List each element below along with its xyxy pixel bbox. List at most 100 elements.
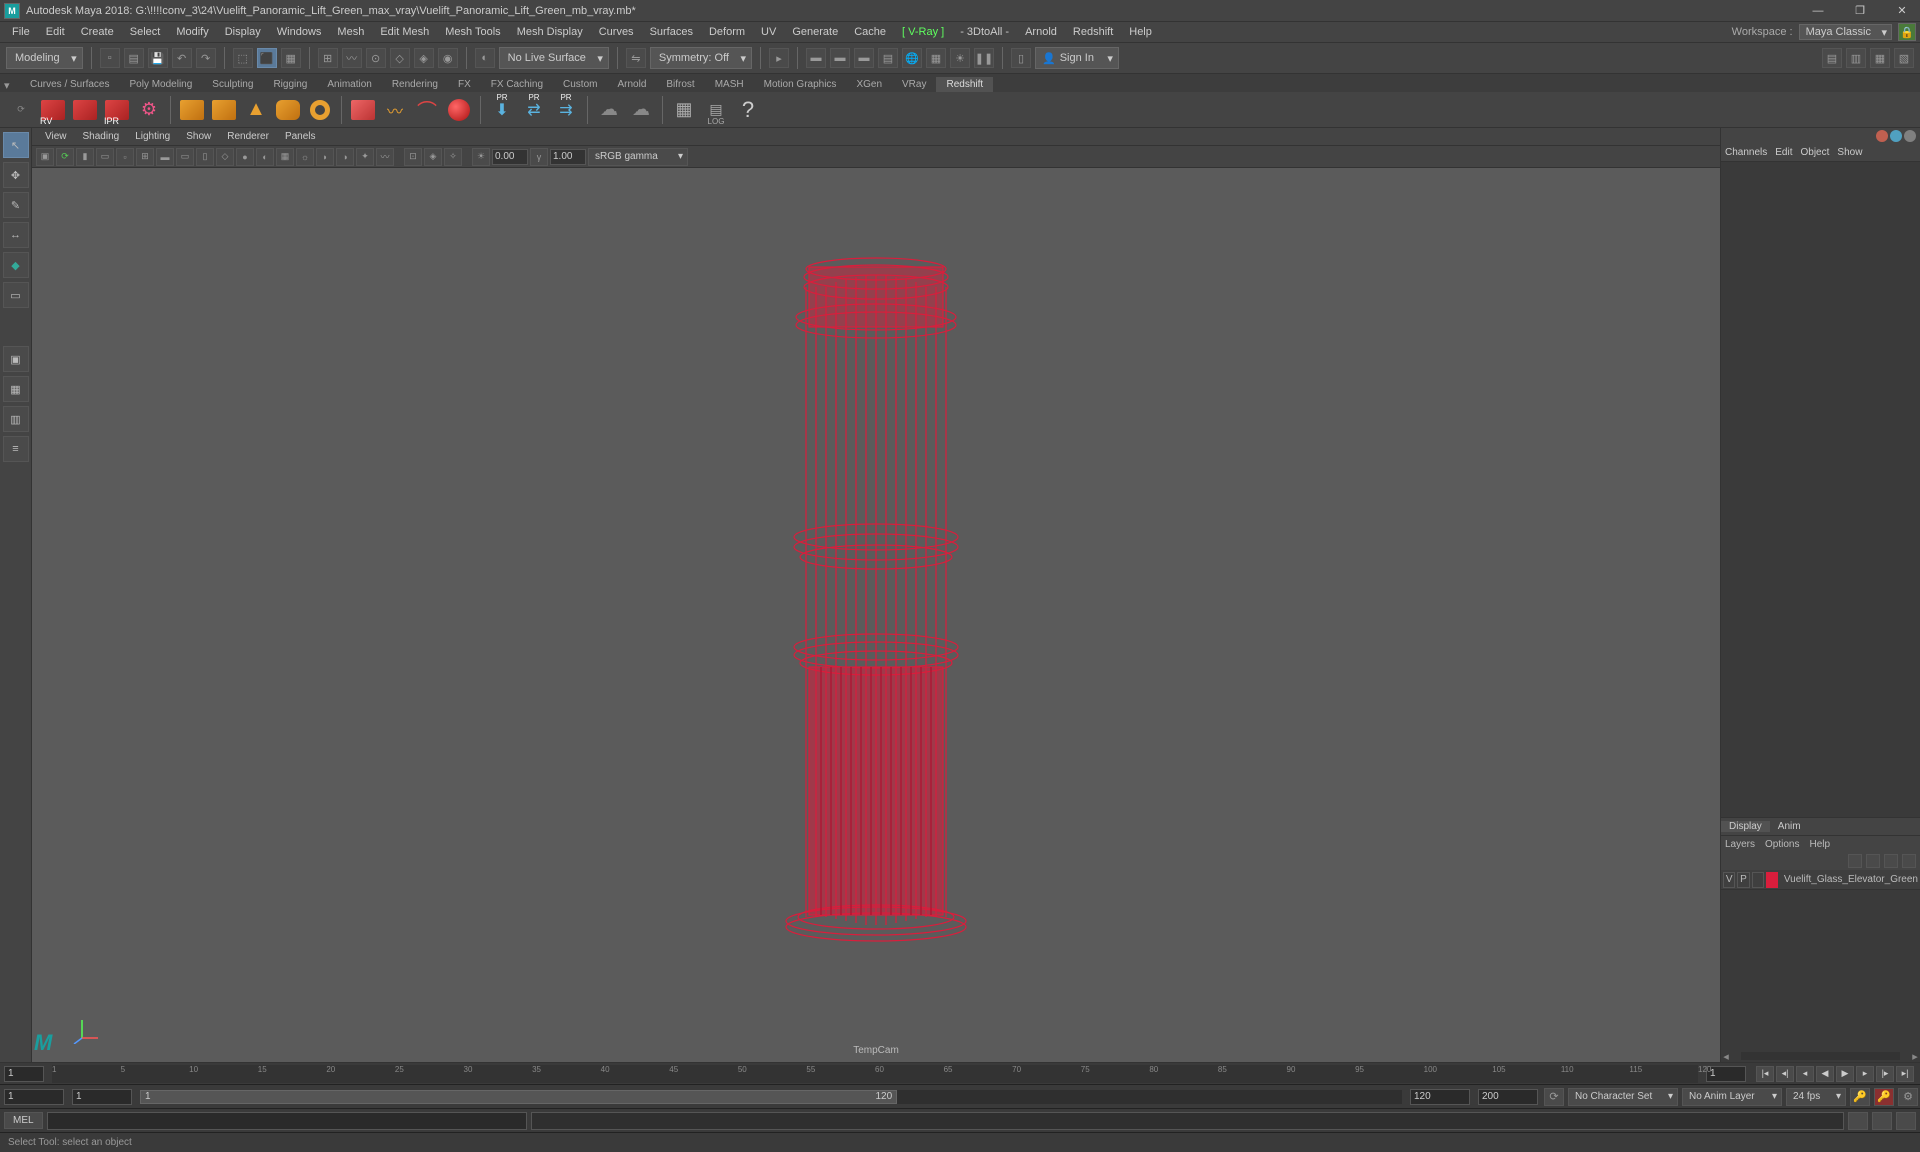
pt-xray-icon[interactable]: ◈ [424, 148, 442, 166]
cb-edit[interactable]: Edit [1775, 147, 1792, 158]
outliner-toggle-icon[interactable]: ≡ [3, 436, 29, 462]
rotate-tool-icon[interactable]: ◆ [3, 252, 29, 278]
shelf-util-2-icon[interactable]: ☁ [626, 95, 656, 125]
shelf-tab-polymodeling[interactable]: Poly Modeling [119, 77, 202, 92]
snap-live-icon[interactable]: ◈ [414, 48, 434, 68]
range-track[interactable]: 1 120 [140, 1090, 1402, 1104]
shelf-tab-sculpting[interactable]: Sculpting [202, 77, 263, 92]
symmetry-dropdown[interactable]: Symmetry: Off [650, 47, 752, 69]
anim-layer-dropdown[interactable]: No Anim Layer [1682, 1088, 1782, 1106]
pt-gate-icon[interactable]: ▭ [176, 148, 194, 166]
undo-icon[interactable]: ↶ [172, 48, 192, 68]
layer-tab-anim[interactable]: Anim [1770, 821, 1809, 832]
menu-mesh[interactable]: Mesh [329, 26, 372, 38]
cb-show[interactable]: Show [1837, 147, 1862, 158]
layer-moveup-icon[interactable] [1848, 854, 1862, 868]
shelf-proxy-pr1-icon[interactable]: ⬇PR [487, 95, 517, 125]
render-settings-icon[interactable]: ▤ [878, 48, 898, 68]
prefs-icon[interactable]: ⚙ [1898, 1088, 1918, 1106]
menu-edit[interactable]: Edit [38, 26, 73, 38]
goto-start-icon[interactable]: |◂ [1756, 1066, 1774, 1082]
ipr-render-icon[interactable]: ▬ [830, 48, 850, 68]
menu-redshift[interactable]: Redshift [1065, 26, 1121, 38]
pt-aa-icon[interactable]: ✦ [356, 148, 374, 166]
set-key-icon[interactable]: 🔑 [1874, 1088, 1894, 1106]
shelf-tab-arnold[interactable]: Arnold [607, 77, 656, 92]
layer-menu-options[interactable]: Options [1765, 839, 1799, 850]
shelf-light-sphere-icon[interactable] [444, 95, 474, 125]
hypershade-globe-icon[interactable]: 🌐 [902, 48, 922, 68]
wireframe-model[interactable] [781, 247, 971, 947]
menu-curves[interactable]: Curves [591, 26, 642, 38]
toggle-modelingtoolkit-icon[interactable]: ▧ [1894, 48, 1914, 68]
history-toggle-icon[interactable]: ▸ [769, 48, 789, 68]
layer-new-selected-icon[interactable] [1902, 854, 1916, 868]
playback-start-field[interactable] [72, 1089, 132, 1105]
shelf-tab-redshift[interactable]: Redshift [936, 77, 993, 92]
step-fwd-icon[interactable]: ▸ [1856, 1066, 1874, 1082]
play-fwd-icon[interactable]: ▶ [1836, 1066, 1854, 1082]
layout-two-icon[interactable]: ▥ [3, 406, 29, 432]
save-scene-icon[interactable]: 💾 [148, 48, 168, 68]
playback-end-field[interactable] [1410, 1089, 1470, 1105]
shelf-help-icon[interactable]: ? [733, 95, 763, 125]
menu-meshdisplay[interactable]: Mesh Display [509, 26, 591, 38]
menu-arnold[interactable]: Arnold [1017, 26, 1065, 38]
close-button[interactable]: ✕ [1888, 2, 1916, 20]
pt-bookmark-icon[interactable]: ▮ [76, 148, 94, 166]
panel-menu-show[interactable]: Show [179, 131, 218, 142]
select-object-icon[interactable]: ⬛ [257, 48, 277, 68]
toggle-toolsettings-icon[interactable]: ▥ [1846, 48, 1866, 68]
pt-motion-icon[interactable]: 〰 [376, 148, 394, 166]
shelf-tab-fx[interactable]: FX [448, 77, 481, 92]
menu-create[interactable]: Create [73, 26, 122, 38]
layer-new-empty-icon[interactable] [1884, 854, 1898, 868]
layer-movedown-icon[interactable] [1866, 854, 1880, 868]
panel-menu-renderer[interactable]: Renderer [220, 131, 276, 142]
pt-shade-smooth-icon[interactable]: ● [236, 148, 254, 166]
shelf-prim-grid-icon[interactable] [209, 95, 239, 125]
shelf-tab-rendering[interactable]: Rendering [382, 77, 448, 92]
menu-file[interactable]: File [4, 26, 38, 38]
panel-menu-view[interactable]: View [38, 131, 74, 142]
manip-blue-icon[interactable] [1890, 130, 1902, 142]
redo-icon[interactable]: ↷ [196, 48, 216, 68]
snap-grid-icon[interactable]: ⊞ [318, 48, 338, 68]
current-time-field-left[interactable] [4, 1066, 44, 1082]
layer-menu-layers[interactable]: Layers [1725, 839, 1755, 850]
range-end-field[interactable] [1478, 1089, 1538, 1105]
snap-view-icon[interactable]: ◉ [438, 48, 458, 68]
layer-color-swatch[interactable] [1766, 872, 1778, 888]
snap-curve-icon[interactable]: 〰 [342, 48, 362, 68]
menu-surfaces[interactable]: Surfaces [642, 26, 701, 38]
layer-name[interactable]: Vuelift_Glass_Elevator_Green [1784, 874, 1918, 885]
exposure-field[interactable] [492, 149, 528, 165]
time-track[interactable]: 1510152025303540455055606570758085909510… [52, 1065, 1698, 1083]
menu-meshtools[interactable]: Mesh Tools [437, 26, 508, 38]
panel-layout-icon[interactable]: ▯ [1011, 48, 1031, 68]
viewport[interactable]: M TempCam [32, 168, 1720, 1062]
shelf-prim-cube-icon[interactable] [177, 95, 207, 125]
live-surface-dropdown[interactable]: No Live Surface [499, 47, 609, 69]
cmd-btn-2[interactable] [1872, 1112, 1892, 1130]
render-setup-icon[interactable]: ▦ [926, 48, 946, 68]
select-tool-icon[interactable]: ↖ [3, 132, 29, 158]
shelf-ipr-icon[interactable]: IPR [102, 95, 132, 125]
menu-select[interactable]: Select [122, 26, 169, 38]
live-toggle-icon[interactable]: ◐ [475, 48, 495, 68]
play-back-icon[interactable]: ◀ [1816, 1066, 1834, 1082]
shelf-tab-fxcaching[interactable]: FX Caching [481, 77, 553, 92]
menu-help[interactable]: Help [1121, 26, 1160, 38]
lightlink-icon[interactable]: ☀ [950, 48, 970, 68]
manip-grey-icon[interactable] [1904, 130, 1916, 142]
paint-tool-icon[interactable]: ✎ [3, 192, 29, 218]
fps-dropdown[interactable]: 24 fps [1786, 1088, 1846, 1106]
snap-point-icon[interactable]: ⊙ [366, 48, 386, 68]
pt-shadow-icon[interactable]: ◗ [316, 148, 334, 166]
panel-menu-lighting[interactable]: Lighting [128, 131, 177, 142]
toggle-channelbox-icon[interactable]: ▤ [1822, 48, 1842, 68]
character-set-dropdown[interactable]: No Character Set [1568, 1088, 1678, 1106]
step-fwd-key-icon[interactable]: |▸ [1876, 1066, 1894, 1082]
signin-dropdown[interactable]: 👤 Sign In [1035, 47, 1119, 69]
layer-vis-toggle[interactable]: V [1723, 872, 1735, 888]
